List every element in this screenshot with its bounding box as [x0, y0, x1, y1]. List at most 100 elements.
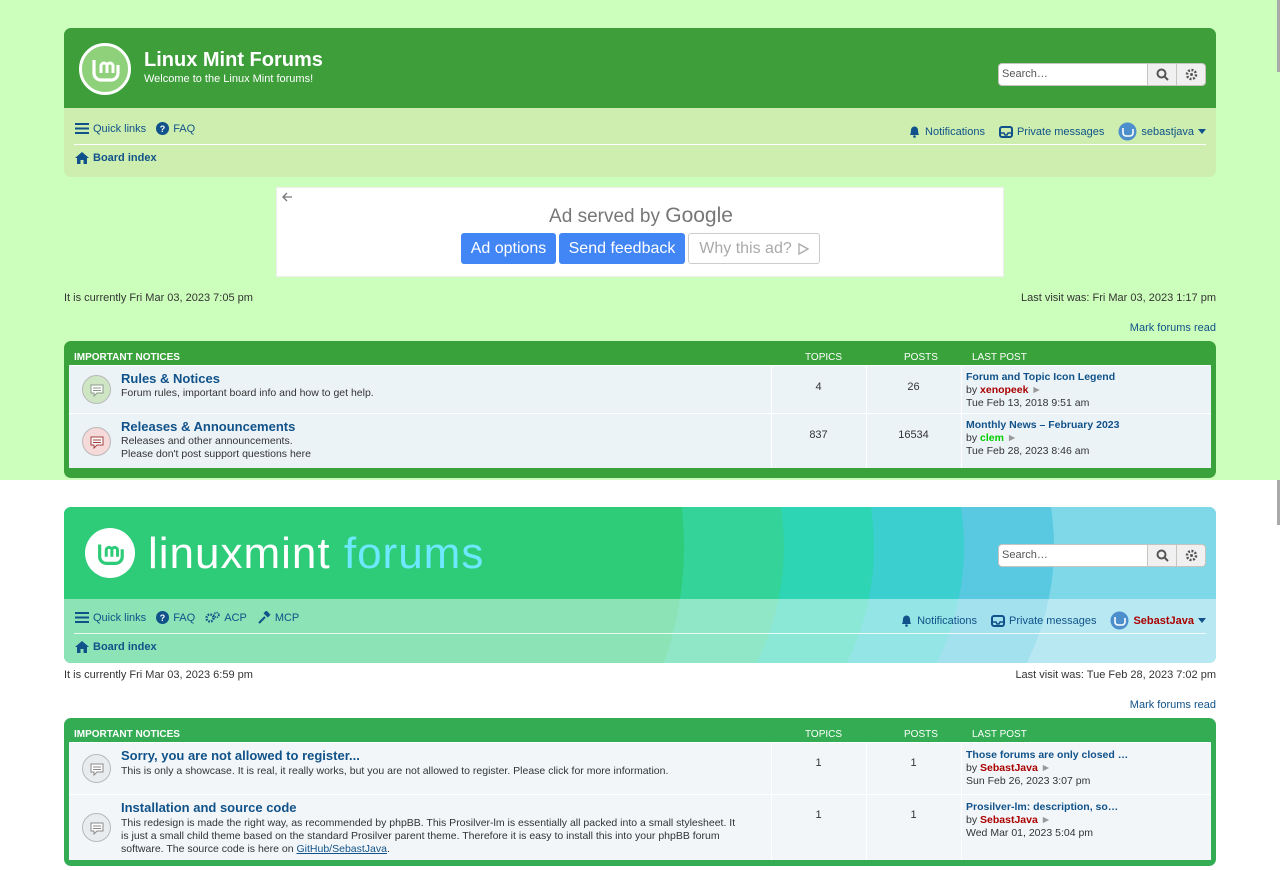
- search-icon: [1156, 549, 1169, 562]
- posts-count: 1: [910, 757, 917, 769]
- category-title[interactable]: IMPORTANT NOTICES: [74, 352, 180, 363]
- board-index-link[interactable]: Board index: [93, 152, 157, 164]
- current-time: It is currently Fri Mar 03, 2023 7:05 pm: [64, 292, 253, 304]
- faq-link[interactable]: FAQ: [173, 612, 195, 624]
- last-post-date: Tue Feb 28, 2023 8:46 am: [966, 445, 1090, 457]
- last-visit: Last visit was: Tue Feb 28, 2023 7:02 pm: [1015, 669, 1216, 681]
- notifications-link[interactable]: Notifications: [925, 126, 985, 138]
- category-title[interactable]: IMPORTANT NOTICES: [74, 729, 180, 740]
- username-menu[interactable]: sebastjava: [1141, 126, 1194, 138]
- topics-header: TOPICS: [805, 729, 843, 740]
- forum-locked-icon: [82, 427, 111, 456]
- svg-text:?: ?: [160, 124, 166, 134]
- forum-row: Releases & Announcements Releases and ot…: [69, 413, 1211, 468]
- bell-icon: [900, 614, 913, 627]
- forum-title-link[interactable]: Installation and source code: [121, 800, 297, 815]
- search-box: Search…: [998, 63, 1206, 86]
- last-post-title-link[interactable]: Monthly News – February 2023: [966, 419, 1119, 432]
- bell-icon: [908, 125, 921, 138]
- quick-links[interactable]: Quick links: [93, 123, 146, 135]
- topics-header: TOPICS: [805, 352, 843, 363]
- site-name[interactable]: Linux Mint Forums: [144, 49, 323, 72]
- by-label: by: [966, 814, 978, 826]
- site-header: linuxmint forums Search… Quick links ? F…: [64, 507, 1216, 663]
- last-post-title-link[interactable]: Forum and Topic Icon Legend: [966, 371, 1115, 384]
- why-this-ad-button[interactable]: Why this ad?: [688, 233, 820, 264]
- by-label: by: [966, 432, 978, 444]
- mark-forums-read-link[interactable]: Mark forums read: [1130, 322, 1216, 334]
- logo-wordmark[interactable]: linuxmint forums: [148, 529, 484, 579]
- last-post-title-link[interactable]: Those forums are only closed …: [966, 749, 1128, 762]
- quick-links[interactable]: Quick links: [93, 612, 146, 624]
- last-post-title-link[interactable]: Prosilver-lm: description, so…: [966, 801, 1118, 814]
- by-label: by: [966, 762, 978, 774]
- forum-title-link[interactable]: Releases & Announcements: [121, 419, 295, 434]
- forum-description: Releases and other announcements. Please …: [121, 435, 311, 460]
- last-post: Prosilver-lm: description, so… by Sebast…: [966, 801, 1118, 840]
- search-button[interactable]: [1148, 63, 1177, 86]
- last-post: Monthly News – February 2023 by clem ► T…: [966, 419, 1119, 458]
- prosilver-lm-forum-view: linuxmint forums Search… Quick links ? F…: [0, 480, 1280, 870]
- faq-link[interactable]: FAQ: [173, 123, 195, 135]
- forum-read-icon: [82, 813, 111, 842]
- last-post-user-link[interactable]: clem: [980, 432, 1004, 444]
- avatar[interactable]: [1110, 611, 1129, 630]
- posts-count: 16534: [898, 429, 929, 441]
- view-latest-post-icon[interactable]: ►: [1007, 432, 1017, 444]
- search-input[interactable]: Search…: [998, 544, 1148, 567]
- last-post-user-link[interactable]: xenopeek: [980, 384, 1028, 396]
- github-link[interactable]: GitHub/SebastJava: [297, 843, 387, 855]
- acp-link[interactable]: ACP: [224, 612, 247, 624]
- menu-icon: [75, 612, 89, 623]
- last-post-date: Sun Feb 26, 2023 3:07 pm: [966, 775, 1091, 787]
- forum-description: This redesign is made the right way, as …: [121, 817, 736, 855]
- home-icon: [75, 152, 89, 164]
- topics-count: 1: [815, 757, 822, 769]
- forum-row: Sorry, you are not allowed to register..…: [69, 742, 1211, 794]
- last-post-header: LAST POST: [972, 352, 1027, 363]
- forum-title-link[interactable]: Sorry, you are not allowed to register..…: [121, 748, 360, 763]
- last-post-user-link[interactable]: SebastJava: [980, 814, 1038, 826]
- private-messages-link[interactable]: Private messages: [1017, 126, 1104, 138]
- menu-icon: [75, 123, 89, 134]
- notifications-link[interactable]: Notifications: [917, 615, 977, 627]
- username-menu[interactable]: SebastJava: [1133, 615, 1194, 627]
- mark-forums-read-link[interactable]: Mark forums read: [1130, 699, 1216, 711]
- advanced-search-button[interactable]: [1177, 544, 1206, 567]
- board-index-link[interactable]: Board index: [93, 641, 157, 653]
- view-latest-post-icon[interactable]: ►: [1041, 814, 1051, 826]
- forum-category-important-notices: IMPORTANT NOTICES TOPICS POSTS LAST POST…: [64, 341, 1216, 478]
- linux-mint-logo[interactable]: [85, 528, 135, 578]
- last-post-date: Tue Feb 13, 2018 9:51 am: [966, 397, 1090, 409]
- forum-description: Forum rules, important board info and ho…: [121, 387, 374, 399]
- play-outline-icon: [798, 242, 809, 255]
- avatar[interactable]: [1118, 122, 1137, 141]
- help-icon: ?: [156, 122, 170, 135]
- last-post: Forum and Topic Icon Legend by xenopeek …: [966, 371, 1115, 410]
- gavel-icon: [257, 611, 271, 624]
- last-post-header: LAST POST: [972, 729, 1027, 740]
- last-post-user-link[interactable]: SebastJava: [980, 762, 1038, 774]
- posts-header: POSTS: [904, 352, 938, 363]
- forum-row: Installation and source code This redesi…: [69, 794, 1211, 860]
- ad-options-button[interactable]: Ad options: [461, 233, 556, 264]
- advanced-search-button[interactable]: [1177, 63, 1206, 86]
- view-latest-post-icon[interactable]: ►: [1031, 384, 1041, 396]
- posts-count: 1: [910, 809, 917, 821]
- forum-row: Rules & Notices Forum rules, important b…: [69, 365, 1211, 413]
- forum-read-icon: [82, 754, 111, 783]
- private-messages-link[interactable]: Private messages: [1009, 615, 1096, 627]
- send-feedback-button[interactable]: Send feedback: [559, 233, 685, 264]
- google-ad-frame: Ad served by Google Ad options Send feed…: [276, 187, 1004, 277]
- help-icon: ?: [156, 611, 170, 624]
- cogs-icon: [205, 611, 221, 624]
- search-input[interactable]: Search…: [998, 63, 1148, 86]
- mcp-link[interactable]: MCP: [275, 612, 299, 624]
- forum-title-link[interactable]: Rules & Notices: [121, 371, 220, 386]
- linux-mint-logo[interactable]: [79, 43, 131, 95]
- posts-header: POSTS: [904, 729, 938, 740]
- last-post-date: Wed Mar 01, 2023 5:04 pm: [966, 827, 1094, 839]
- view-latest-post-icon[interactable]: ►: [1041, 762, 1051, 774]
- svg-text:?: ?: [160, 613, 166, 623]
- search-button[interactable]: [1148, 544, 1177, 567]
